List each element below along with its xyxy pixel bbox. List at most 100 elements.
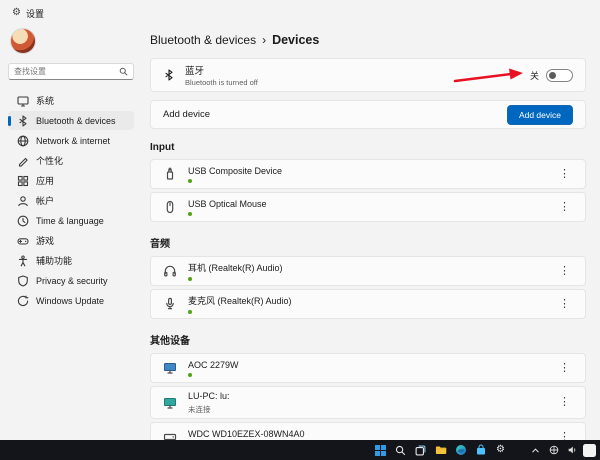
device-row[interactable]: 麦克风 (Realtek(R) Audio) ⋮ bbox=[150, 289, 586, 319]
windows-update-icon bbox=[17, 295, 29, 306]
settings-gear-icon: ⚙ bbox=[12, 7, 21, 18]
file-explorer-button[interactable] bbox=[434, 444, 447, 457]
device-name: USB Optical Mouse bbox=[188, 198, 267, 209]
bluetooth-icon bbox=[165, 69, 173, 81]
bluetooth-toggle-group: 关 bbox=[530, 68, 573, 82]
volume-tray-icon[interactable] bbox=[565, 444, 578, 457]
device-row[interactable]: USB Optical Mouse ⋮ bbox=[150, 192, 586, 222]
section-title: 其他设备 bbox=[150, 336, 190, 347]
breadcrumb-separator: › bbox=[262, 33, 267, 47]
section-title: Input bbox=[150, 142, 175, 153]
sidebar-item-time-language[interactable]: Time & language bbox=[8, 211, 134, 230]
status-dot bbox=[188, 277, 192, 281]
sidebar-item-network-internet[interactable]: Network & internet bbox=[8, 131, 134, 150]
device-status: 未连接 bbox=[188, 404, 211, 414]
device-name: WDC WD10EZEX-08WN4A0 bbox=[188, 428, 305, 439]
device-name: LU-PC: lu: bbox=[188, 390, 230, 401]
device-name: 麦克风 (Realtek(R) Audio) bbox=[188, 296, 292, 306]
system-tray bbox=[529, 440, 596, 460]
section-title: 音频 bbox=[150, 239, 170, 250]
add-device-row: Add device Add device bbox=[150, 100, 586, 129]
settings-search-box[interactable] bbox=[8, 63, 134, 80]
taskbar-settings-button[interactable]: ⚙ bbox=[494, 444, 507, 457]
device-row[interactable]: USB Composite Device ⋮ bbox=[150, 159, 586, 189]
taskbar-icon-group: ⚙ bbox=[374, 440, 507, 460]
bluetooth-icon bbox=[19, 114, 27, 127]
sidebar-item-label: 辅助功能 bbox=[36, 256, 73, 266]
sidebar-item-accounts[interactable]: 帐户 bbox=[8, 191, 134, 210]
device-row[interactable]: LU-PC: lu: 未连接 ⋮ bbox=[150, 386, 586, 419]
user-avatar[interactable] bbox=[10, 28, 36, 54]
monitor-icon bbox=[164, 363, 176, 374]
tray-badge-icon[interactable] bbox=[583, 443, 596, 457]
device-row[interactable]: 耳机 (Realtek(R) Audio) ⋮ bbox=[150, 256, 586, 286]
device-row[interactable]: AOC 2279W ⋮ bbox=[150, 353, 586, 383]
sidebar-item-bluetooth-devices[interactable]: Bluetooth & devices bbox=[8, 111, 134, 130]
breadcrumb: Bluetooth & devices › Devices bbox=[150, 33, 586, 47]
status-dot bbox=[188, 372, 192, 377]
system-icon bbox=[17, 95, 29, 107]
add-device-button[interactable]: Add device bbox=[506, 104, 573, 125]
sidebar-nav: 系统 Bluetooth & devices Network & interne… bbox=[8, 91, 134, 310]
device-name: 耳机 (Realtek(R) Audio) bbox=[188, 263, 283, 273]
edge-icon bbox=[455, 445, 466, 455]
more-options-icon[interactable]: ⋮ bbox=[556, 395, 573, 410]
sidebar-item-apps[interactable]: 应用 bbox=[8, 171, 134, 190]
sidebar-item-label: 帐户 bbox=[36, 196, 55, 206]
section-audio: 音频 耳机 (Realtek(R) Audio) ⋮ 麦克风 (Realtek(… bbox=[150, 235, 586, 319]
sidebar-item-system[interactable]: 系统 bbox=[8, 91, 134, 110]
sidebar-item-label: Network & internet bbox=[36, 135, 111, 146]
annotation-red-arrow bbox=[453, 68, 523, 83]
sidebar-item-accessibility[interactable]: 辅助功能 bbox=[8, 251, 134, 270]
sidebar-item-label: 个性化 bbox=[36, 156, 64, 166]
sidebar-item-privacy-security[interactable]: Privacy & security bbox=[8, 271, 134, 290]
more-options-icon[interactable]: ⋮ bbox=[556, 361, 573, 376]
bluetooth-toggle[interactable] bbox=[546, 68, 573, 82]
taskbar-search-button[interactable] bbox=[394, 444, 407, 457]
network-tray-icon[interactable] bbox=[547, 444, 560, 457]
hidden-icons-chevron[interactable] bbox=[529, 444, 542, 457]
breadcrumb-parent[interactable]: Bluetooth & devices bbox=[150, 33, 256, 47]
more-options-icon[interactable]: ⋮ bbox=[556, 200, 573, 215]
mouse-icon bbox=[166, 200, 174, 214]
task-view-button[interactable] bbox=[414, 444, 427, 457]
gear-icon: ⚙ bbox=[496, 444, 505, 455]
sidebar-item-personalization[interactable]: 个性化 bbox=[8, 151, 134, 170]
more-options-icon[interactable]: ⋮ bbox=[556, 167, 573, 182]
headphones-icon bbox=[164, 265, 176, 277]
bluetooth-text: 蓝牙 Bluetooth is turned off bbox=[185, 63, 258, 87]
settings-window: ⚙ 设置 系统 Bluetooth & devices Network & in… bbox=[0, 0, 600, 460]
more-options-icon[interactable]: ⋮ bbox=[556, 264, 573, 279]
status-dot bbox=[188, 310, 192, 314]
device-name: AOC 2279W bbox=[188, 359, 239, 370]
windows-logo-icon bbox=[375, 444, 386, 456]
sidebar-item-label: Time & language bbox=[36, 215, 104, 226]
chevron-up-icon bbox=[532, 447, 539, 452]
taskbar: ⚙ bbox=[0, 440, 600, 460]
edge-browser-button[interactable] bbox=[454, 444, 467, 457]
start-button[interactable] bbox=[374, 444, 387, 457]
more-options-icon[interactable]: ⋮ bbox=[556, 297, 573, 312]
window-title: 设置 bbox=[25, 8, 44, 19]
sidebar-item-label: 游戏 bbox=[36, 236, 55, 246]
sidebar-item-gaming[interactable]: 游戏 bbox=[8, 231, 134, 250]
main-content: Bluetooth & devices › Devices 蓝牙 Bluetoo… bbox=[150, 26, 586, 452]
store-icon bbox=[476, 444, 485, 455]
store-button[interactable] bbox=[474, 444, 487, 457]
search-input[interactable] bbox=[14, 67, 119, 76]
accessibility-icon bbox=[18, 254, 28, 266]
page-title: Devices bbox=[272, 33, 320, 47]
sidebar-item-label: Privacy & security bbox=[36, 275, 108, 286]
sidebar-item-label: Windows Update bbox=[36, 295, 105, 306]
sidebar-item-windows-update[interactable]: Windows Update bbox=[8, 291, 134, 310]
toggle-knob bbox=[549, 71, 556, 79]
accounts-icon bbox=[18, 195, 28, 206]
section-input: Input USB Composite Device ⋮ USB Optical… bbox=[150, 142, 586, 222]
titlebar: ⚙ 设置 bbox=[0, 0, 600, 26]
bluetooth-status-text: Bluetooth is turned off bbox=[185, 78, 258, 87]
sidebar-item-label: 系统 bbox=[36, 96, 55, 106]
section-other-devices: 其他设备 AOC 2279W ⋮ LU-PC: lu: 未连接 ⋮ WDC WD… bbox=[150, 332, 586, 452]
device-name: USB Composite Device bbox=[188, 165, 283, 176]
microphone-icon bbox=[166, 297, 174, 310]
speaker-icon bbox=[568, 446, 575, 454]
